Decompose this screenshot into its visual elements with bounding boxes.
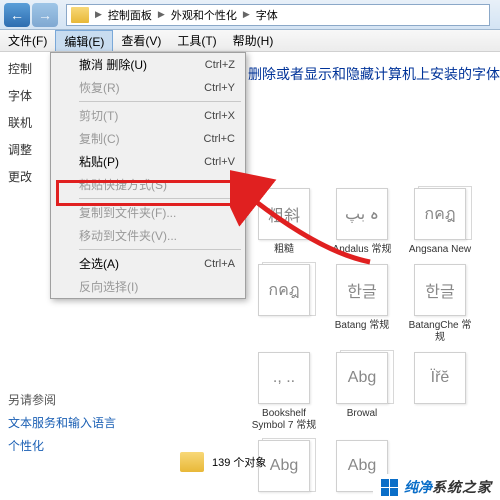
folder-icon bbox=[71, 7, 89, 23]
font-item[interactable]: กคฎAngsana New bbox=[404, 188, 476, 256]
breadcrumb-l3[interactable]: 字体 bbox=[252, 7, 282, 23]
statusbar: 139 个对象 bbox=[180, 452, 266, 472]
menu-file[interactable]: 文件(F) bbox=[0, 30, 55, 51]
content-area: 控制 字体 联机 调整 更改 撤消 删除(U)Ctrl+Z 恢复(R)Ctrl+… bbox=[0, 52, 500, 500]
seealso-link[interactable]: 个性化 bbox=[8, 437, 116, 454]
logo-icon bbox=[381, 479, 398, 496]
font-item[interactable]: 粗斜粗糙 bbox=[248, 188, 320, 256]
seealso-heading: 另请参阅 bbox=[8, 391, 116, 408]
arrow-left-icon: ← bbox=[10, 7, 24, 23]
menu-undo[interactable]: 撤消 删除(U)Ctrl+Z bbox=[51, 53, 245, 76]
separator bbox=[79, 198, 241, 199]
sidebar-item[interactable]: 更改 bbox=[8, 168, 48, 185]
menu-tools[interactable]: 工具(T) bbox=[169, 30, 224, 51]
edit-dropdown: 撤消 删除(U)Ctrl+Z 恢复(R)Ctrl+Y 剪切(T)Ctrl+X 复… bbox=[50, 52, 246, 299]
seealso-link[interactable]: 文本服务和输入语言 bbox=[8, 414, 116, 431]
breadcrumb-l1[interactable]: 控制面板 bbox=[104, 7, 156, 23]
separator bbox=[79, 249, 241, 250]
menu-view[interactable]: 查看(V) bbox=[113, 30, 169, 51]
menu-invert: 反向选择(I) bbox=[51, 275, 245, 298]
forward-button[interactable]: → bbox=[32, 3, 58, 27]
menubar: 文件(F) 编辑(E) 查看(V) 工具(T) 帮助(H) bbox=[0, 30, 500, 52]
folder-icon bbox=[180, 452, 204, 472]
titlebar: ← → ▶ 控制面板 ▶ 外观和个性化 ▶ 字体 bbox=[0, 0, 500, 30]
separator bbox=[79, 101, 241, 102]
font-item[interactable]: ., ..Bookshelf Symbol 7 常规 bbox=[248, 352, 320, 432]
back-button[interactable]: ← bbox=[4, 3, 30, 27]
font-item[interactable]: กคฎ bbox=[248, 264, 320, 344]
chevron-right-icon: ▶ bbox=[93, 9, 104, 20]
font-item[interactable]: ہ بپAndalus 常规 bbox=[326, 188, 398, 256]
menu-edit[interactable]: 编辑(E) bbox=[55, 30, 113, 51]
menu-copy: 复制(C)Ctrl+C bbox=[51, 127, 245, 150]
menu-help[interactable]: 帮助(H) bbox=[225, 30, 282, 51]
menu-moveto: 移动到文件夹(V)... bbox=[51, 224, 245, 247]
address-bar[interactable]: ▶ 控制面板 ▶ 外观和个性化 ▶ 字体 bbox=[66, 4, 490, 26]
page-title: 删除或者显示和隐藏计算机上安装的字体 bbox=[248, 64, 500, 84]
sidebar-item[interactable]: 调整 bbox=[8, 141, 48, 158]
font-item[interactable]: 한글Batang 常规 bbox=[326, 264, 398, 344]
menu-copyto: 复制到文件夹(F)... bbox=[51, 201, 245, 224]
sidebar-item[interactable]: 控制 bbox=[8, 60, 48, 77]
font-item[interactable]: 한글BatangChe 常规 bbox=[404, 264, 476, 344]
menu-cut: 剪切(T)Ctrl+X bbox=[51, 104, 245, 127]
status-text: 139 个对象 bbox=[212, 454, 266, 470]
menu-selectall[interactable]: 全选(A)Ctrl+A bbox=[51, 252, 245, 275]
menu-paste[interactable]: 粘贴(P)Ctrl+V bbox=[51, 150, 245, 173]
sidebar-item[interactable]: 联机 bbox=[8, 114, 48, 131]
chevron-right-icon: ▶ bbox=[241, 9, 252, 20]
font-item[interactable]: Ïřĕ bbox=[404, 352, 476, 432]
breadcrumb-l2[interactable]: 外观和个性化 bbox=[167, 7, 241, 23]
font-grid: 粗斜粗糙 ہ بپAndalus 常规 กคฎAngsana New กคฎ 한… bbox=[248, 98, 500, 496]
menu-paste-shortcut: 粘贴快捷方式(S) bbox=[51, 173, 245, 196]
sidebar-seealso: 另请参阅 文本服务和输入语言 个性化 bbox=[8, 391, 116, 460]
watermark: 纯净系统之家 bbox=[373, 474, 500, 500]
chevron-right-icon: ▶ bbox=[156, 9, 167, 20]
arrow-right-icon: → bbox=[38, 7, 52, 23]
font-item[interactable]: AbgBrowal bbox=[326, 352, 398, 432]
menu-redo: 恢复(R)Ctrl+Y bbox=[51, 76, 245, 99]
sidebar-item[interactable]: 字体 bbox=[8, 87, 48, 104]
